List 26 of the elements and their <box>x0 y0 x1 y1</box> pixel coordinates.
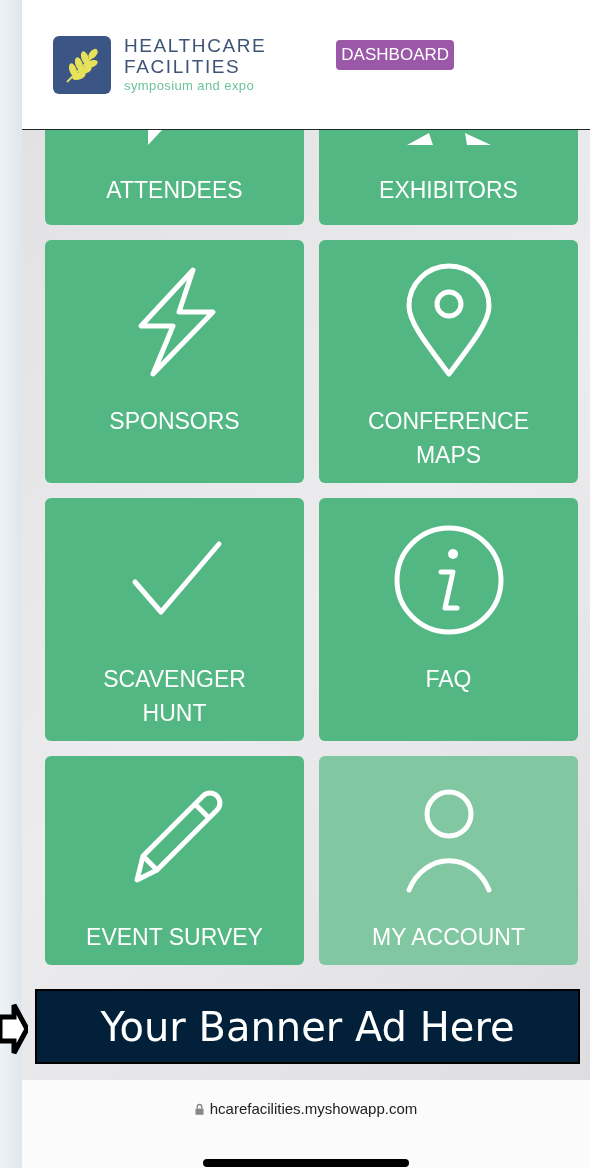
lock-icon <box>194 1102 204 1115</box>
tile-label: SPONSORS <box>109 407 240 436</box>
leaf-logo-icon <box>53 35 111 94</box>
banner-ad[interactable]: Your Banner Ad Here <box>35 989 580 1064</box>
menu-tile[interactable]: EVENT SURVEY <box>45 756 304 965</box>
menu-tile[interactable]: SPONSORS <box>45 240 304 483</box>
tile-label: ATTENDEES <box>106 176 243 205</box>
menu-tile[interactable]: MY ACCOUNT <box>319 756 578 965</box>
tile-label: FAQ <box>425 665 472 694</box>
partial-star-icon <box>406 133 491 145</box>
menu-tile[interactable]: ATTENDEES <box>45 130 304 225</box>
menu-tile[interactable]: SCAVENGER HUNT <box>45 498 304 741</box>
brand-name: HEALTHCARE <box>124 35 267 56</box>
brand-tagline: symposium and expo <box>124 77 256 94</box>
home-indicator[interactable] <box>203 1159 409 1167</box>
brand-name: FACILITIES <box>124 56 242 77</box>
tile-label: EXHIBITORS <box>379 176 518 205</box>
tile-label: MY ACCOUNT <box>372 923 525 952</box>
dashboard-button[interactable]: DASHBOARD <box>336 39 455 70</box>
tile-label: CONFERENCE MAPS <box>367 407 530 470</box>
menu-tile[interactable]: EXHIBITORS <box>319 130 578 225</box>
url-text[interactable]: hcarefacilities.myshowapp.com <box>209 1100 418 1117</box>
menu-tile[interactable]: CONFERENCE MAPS <box>319 240 578 483</box>
tile-label: SCAVENGER HUNT <box>102 665 247 728</box>
menu-tile[interactable]: FAQ <box>319 498 578 741</box>
tile-label: EVENT SURVEY <box>86 923 263 952</box>
